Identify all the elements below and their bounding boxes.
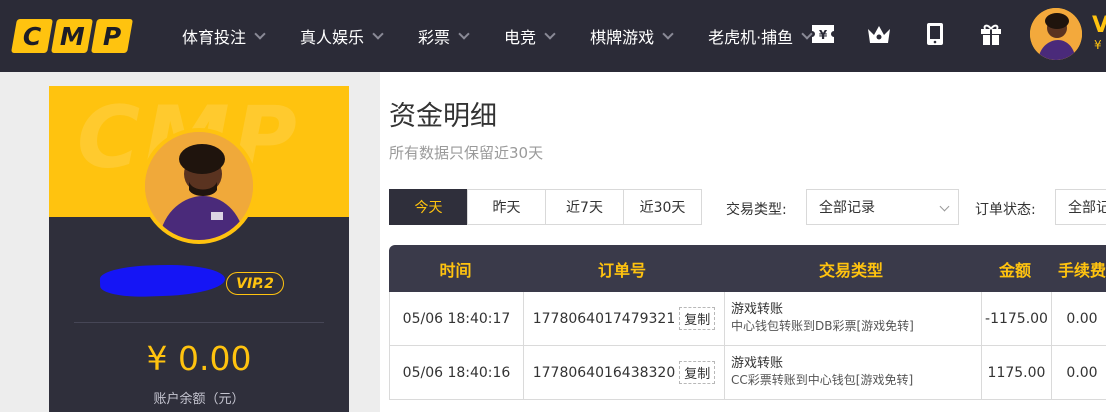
tab-yesterday[interactable]: 昨天 — [467, 189, 546, 225]
table-header: 时间 订单号 交易类型 金额 手续费 — [389, 245, 1106, 292]
transactions-table: 时间 订单号 交易类型 金额 手续费 05/06 18:40:17 177806… — [389, 245, 1106, 400]
order-number: 1778064016438320 — [532, 364, 676, 381]
main-nav: 体育投注 真人娱乐 彩票 电竞 棋牌游戏 老虎机·捕鱼 — [182, 0, 847, 72]
cell-fee: 0.00 — [1066, 310, 1098, 327]
column-header-type: 交易类型 — [818, 260, 883, 280]
transaction-type-value: 全部记录 — [819, 200, 875, 216]
chevron-down-icon — [372, 27, 384, 40]
nav-item-label: 真人娱乐 — [300, 28, 365, 47]
nav-item-label: 电竞 — [504, 28, 537, 47]
cell-order: 1778064017479321 复制 — [524, 292, 725, 345]
column-header-time: 时间 — [439, 260, 472, 280]
vip-badge: VIP.2 — [226, 272, 284, 295]
chevron-down-icon — [458, 27, 470, 40]
logo-letter-box: C — [11, 19, 53, 53]
chevron-down-icon — [254, 27, 266, 40]
svg-text:¥: ¥ — [819, 28, 828, 42]
profile-divider — [74, 322, 324, 323]
cell-time: 05/06 18:40:17 — [390, 292, 524, 345]
cmp-logo[interactable]: C M P — [11, 19, 133, 53]
nav-item-slots-fishing[interactable]: 老虎机·捕鱼 — [708, 24, 813, 48]
chevron-down-icon — [544, 27, 556, 40]
account-balance-label: 账户余额（元） — [153, 392, 245, 407]
logo-letter-box: P — [91, 19, 133, 53]
account-balance: ¥ 0.00 — [146, 339, 252, 378]
logo-letter: M — [59, 21, 85, 51]
transaction-type-select[interactable]: 全部记录 — [806, 189, 959, 225]
order-status-select[interactable]: 全部记 — [1055, 189, 1106, 225]
mobile-icon[interactable] — [922, 20, 948, 48]
nav-item-sports[interactable]: 体育投注 — [182, 24, 266, 48]
chevron-down-icon — [939, 201, 950, 212]
nav-item-lottery[interactable]: 彩票 — [418, 24, 470, 48]
nav-item-live-casino[interactable]: 真人娱乐 — [300, 24, 384, 48]
transaction-type: 游戏转账 — [731, 302, 784, 317]
order-status-label: 订单状态: — [975, 202, 1036, 218]
cell-order: 1778064016438320 复制 — [524, 346, 725, 399]
transaction-type: 游戏转账 — [731, 356, 784, 371]
nav-item-label: 体育投注 — [182, 28, 247, 47]
column-header-order: 订单号 — [597, 260, 646, 280]
cell-amount: -1175.00 — [982, 292, 1052, 345]
top-currency: ¥ — [1094, 38, 1102, 52]
table-row: 05/06 18:40:17 1778064017479321 复制 游戏转账 … — [389, 292, 1106, 346]
nav-icon-group: ¥ — [810, 20, 1004, 48]
logo-letter: P — [102, 21, 122, 51]
column-header-fee: 手续费 — [1057, 260, 1106, 280]
order-status-value: 全部记 — [1068, 200, 1106, 216]
cell-time: 05/06 18:40:16 — [390, 346, 524, 399]
logo-letter: C — [22, 21, 42, 51]
table-row: 05/06 18:40:16 1778064016438320 复制 游戏转账 … — [389, 346, 1106, 400]
column-header-amount: 金额 — [998, 260, 1031, 280]
page-subtitle: 所有数据只保留近30天 — [389, 144, 544, 162]
cell-amount: 1175.00 — [982, 346, 1052, 399]
tab-last-7-days[interactable]: 近7天 — [545, 189, 624, 225]
cell-type: 游戏转账 CC彩票转账到中心钱包[游戏免转] — [725, 346, 982, 399]
ticket-yen-icon[interactable]: ¥ — [810, 20, 836, 48]
tab-today[interactable]: 今天 — [389, 189, 468, 225]
crown-icon[interactable] — [866, 20, 892, 48]
page-title: 资金明细 — [389, 101, 497, 132]
chevron-down-icon — [662, 27, 674, 40]
tab-last-30-days[interactable]: 近30天 — [623, 189, 702, 225]
profile-avatar — [141, 128, 257, 244]
copy-button[interactable]: 复制 — [679, 307, 716, 330]
date-range-tabs: 今天 昨天 近7天 近30天 — [389, 189, 702, 225]
profile-panel: CMP VIP.2 ¥ 0.00 账户余额（元） — [49, 86, 349, 412]
nav-item-card-games[interactable]: 棋牌游戏 — [590, 24, 674, 48]
gift-icon[interactable] — [978, 20, 1004, 48]
nav-item-label: 老虎机·捕鱼 — [708, 28, 794, 47]
nav-item-label: 彩票 — [418, 28, 451, 47]
masked-username — [99, 262, 226, 299]
user-avatar[interactable] — [1030, 8, 1082, 60]
username-initial[interactable]: V — [1092, 14, 1106, 38]
transaction-detail: 中心钱包转账到DB彩票[游戏免转] — [731, 319, 914, 333]
transaction-type-label: 交易类型: — [726, 202, 787, 218]
nav-item-esports[interactable]: 电竞 — [504, 24, 556, 48]
top-navigation-bar: C M P 体育投注 真人娱乐 彩票 电竞 棋牌游戏 老虎机·捕鱼 ¥ V ¥ — [0, 0, 1106, 72]
copy-button[interactable]: 复制 — [679, 361, 716, 384]
transaction-detail: CC彩票转账到中心钱包[游戏免转] — [731, 373, 914, 387]
nav-item-label: 棋牌游戏 — [590, 28, 655, 47]
order-number: 1778064017479321 — [532, 310, 676, 327]
logo-letter-box: M — [51, 19, 93, 53]
cell-fee: 0.00 — [1066, 364, 1098, 381]
cell-type: 游戏转账 中心钱包转账到DB彩票[游戏免转] — [725, 292, 982, 345]
